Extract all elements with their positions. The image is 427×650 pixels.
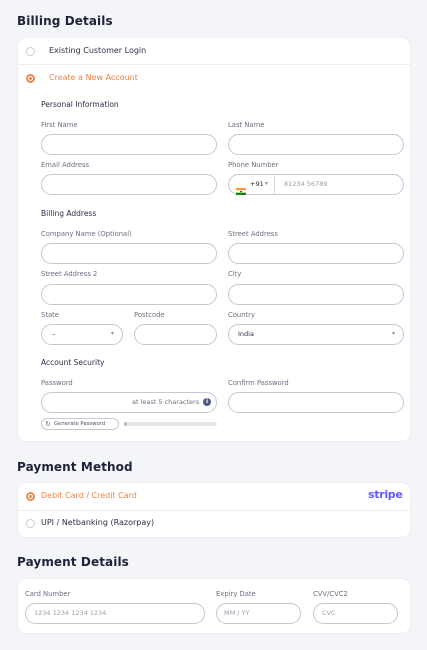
expiry-input[interactable]: MM / YY xyxy=(216,603,301,624)
phone-input[interactable]: +91 ▾ 81234 56789 xyxy=(228,174,404,195)
cvc-input[interactable]: CVC xyxy=(313,603,398,624)
existing-login-option[interactable]: Existing Customer Login xyxy=(26,45,326,59)
state-label: State xyxy=(41,311,59,319)
cvc-label: CVV/CVC2 xyxy=(313,590,348,598)
india-flag-icon xyxy=(236,180,246,195)
first-name-input[interactable] xyxy=(41,134,217,155)
city-input[interactable] xyxy=(228,284,404,305)
password-strength-fill xyxy=(124,422,127,426)
phone-country-code: +91 xyxy=(250,180,264,188)
payment-details-card: Card Number 1234 1234 1234 1234 Expiry D… xyxy=(17,578,411,634)
chevron-down-icon: ▾ xyxy=(265,180,269,187)
account-security-heading: Account Security xyxy=(41,358,105,367)
refresh-icon: ↻ xyxy=(45,420,51,428)
card-payment-option[interactable]: Debit Card / Credit Card stripe xyxy=(26,488,404,504)
company-input[interactable] xyxy=(41,243,217,264)
phone-label: Phone Number xyxy=(228,161,279,169)
upi-payment-radio[interactable] xyxy=(26,519,35,528)
street2-label: Street Address 2 xyxy=(41,270,98,278)
phone-placeholder: 81234 56789 xyxy=(284,180,328,188)
city-label: City xyxy=(228,270,242,278)
state-value: – xyxy=(52,330,56,338)
password-hint: at least 5 characters xyxy=(132,398,200,406)
expiry-placeholder: MM / YY xyxy=(224,609,250,617)
password-input[interactable]: at least 5 characters i xyxy=(41,392,217,413)
email-label: Email Address xyxy=(41,161,90,169)
billing-details-title: Billing Details xyxy=(17,14,113,28)
country-select[interactable]: India ▾ xyxy=(228,324,404,345)
country-value: India xyxy=(238,330,254,338)
last-name-label: Last Name xyxy=(228,121,265,129)
divider xyxy=(18,64,410,65)
personal-info-heading: Personal Information xyxy=(41,100,119,109)
cvc-placeholder: CVC xyxy=(322,609,336,617)
state-select[interactable]: – ▾ xyxy=(41,324,123,345)
payment-method-title: Payment Method xyxy=(17,460,133,474)
card-number-label: Card Number xyxy=(25,590,71,598)
street2-input[interactable] xyxy=(41,284,217,305)
payment-method-card: Debit Card / Credit Card stripe UPI / Ne… xyxy=(17,482,411,538)
confirm-password-input[interactable] xyxy=(228,392,404,413)
first-name-label: First Name xyxy=(41,121,78,129)
postcode-label: Postcode xyxy=(134,311,165,319)
street-input[interactable] xyxy=(228,243,404,264)
create-account-option[interactable]: Create a New Account xyxy=(26,73,326,87)
card-number-placeholder: 1234 1234 1234 1234 xyxy=(34,609,107,617)
chevron-down-icon: ▾ xyxy=(111,330,115,337)
billing-address-heading: Billing Address xyxy=(41,209,97,218)
billing-card: Existing Customer Login Create a New Acc… xyxy=(17,37,411,442)
card-payment-radio[interactable] xyxy=(26,492,35,501)
country-label: Country xyxy=(228,311,256,319)
country-code-selector[interactable]: +91 ▾ xyxy=(229,175,275,195)
postcode-input[interactable] xyxy=(134,324,217,345)
card-payment-label: Debit Card / Credit Card xyxy=(41,491,137,500)
payment-details-title: Payment Details xyxy=(17,555,129,569)
generate-password-label: Generate Password xyxy=(54,420,106,427)
password-strength-bar xyxy=(124,422,217,426)
upi-payment-label: UPI / Netbanking (Razorpay) xyxy=(41,518,155,527)
chevron-down-icon: ▾ xyxy=(392,330,396,337)
generate-password-button[interactable]: ↻ Generate Password xyxy=(41,418,119,430)
company-label: Company Name (Optional) xyxy=(41,230,132,238)
email-input[interactable] xyxy=(41,174,217,195)
card-number-input[interactable]: 1234 1234 1234 1234 xyxy=(25,603,205,624)
confirm-password-label: Confirm Password xyxy=(228,379,289,387)
create-account-radio[interactable] xyxy=(26,74,35,83)
last-name-input[interactable] xyxy=(228,134,404,155)
existing-login-radio[interactable] xyxy=(26,47,35,56)
expiry-label: Expiry Date xyxy=(216,590,256,598)
info-icon: i xyxy=(203,398,211,406)
divider xyxy=(18,510,410,511)
upi-payment-option[interactable]: UPI / Netbanking (Razorpay) xyxy=(26,517,326,531)
existing-login-label: Existing Customer Login xyxy=(49,46,147,55)
street-label: Street Address xyxy=(228,230,278,238)
create-account-label: Create a New Account xyxy=(49,73,138,82)
stripe-logo: stripe xyxy=(368,488,403,501)
password-label: Password xyxy=(41,379,73,387)
